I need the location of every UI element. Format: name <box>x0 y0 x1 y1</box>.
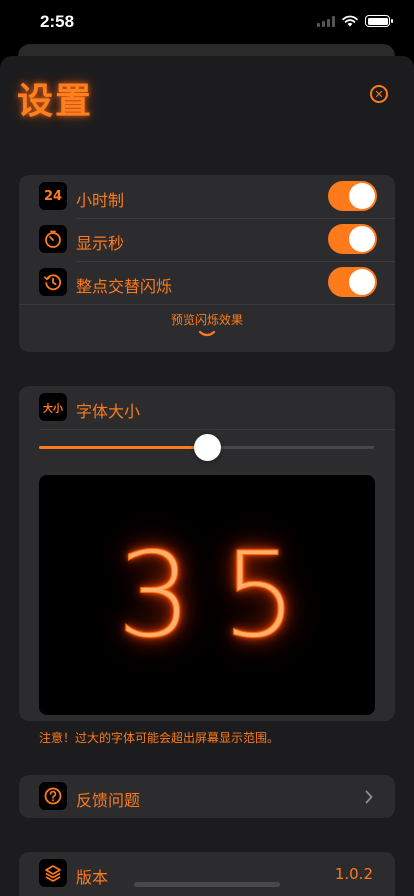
row-feedback[interactable]: 反馈问题 <box>19 775 395 818</box>
battery-icon <box>365 15 393 27</box>
home-indicator[interactable] <box>134 882 280 887</box>
row-hourly-blink: 整点交替闪烁 <box>19 261 395 304</box>
preview-digit: 3 <box>116 526 192 665</box>
question-icon <box>39 782 67 810</box>
row-label: 版本 <box>76 868 109 887</box>
timer-icon <box>39 225 67 253</box>
close-icon: ✕ <box>374 87 384 101</box>
row-label: 字体大小 <box>76 402 141 421</box>
row-label: 显示秒 <box>76 234 125 253</box>
status-icons <box>317 15 393 27</box>
row-24-hour: 24 小时制 <box>19 175 395 218</box>
wifi-icon <box>342 15 358 27</box>
feedback-card[interactable]: 反馈问题 <box>19 775 395 818</box>
font-size-icon: 大小 <box>39 393 67 421</box>
row-show-seconds: 显示秒 <box>19 218 395 261</box>
cellular-signal-icon <box>317 15 335 27</box>
close-button[interactable]: ✕ <box>370 85 388 103</box>
slider-thumb[interactable] <box>193 434 221 461</box>
divider <box>39 429 395 430</box>
row-font-size: 大小 字体大小 <box>19 386 395 429</box>
slider-fill <box>39 446 207 449</box>
24-hour-icon: 24 <box>39 182 67 210</box>
row-version: 版本 1.0.2 <box>19 852 395 895</box>
toggle-24-hour[interactable] <box>328 181 377 211</box>
page-title: 设置 <box>17 81 94 122</box>
preview-blink-button[interactable]: 预览闪烁效果 <box>19 311 395 328</box>
nixie-digits: 3 5 <box>39 475 375 715</box>
toggle-hourly-blink[interactable] <box>328 267 377 297</box>
preview-digit: 5 <box>221 526 298 665</box>
toggle-show-seconds[interactable] <box>328 224 377 254</box>
display-options-card: 24 小时制 显示秒 整点交替闪烁 预览闪烁效果 <box>19 175 395 352</box>
chevron-right-icon <box>365 790 373 804</box>
row-label: 整点交替闪烁 <box>76 277 173 296</box>
row-label: 小时制 <box>76 191 125 210</box>
font-size-slider[interactable] <box>39 434 374 461</box>
version-card: 版本 1.0.2 <box>19 852 395 896</box>
history-clock-icon <box>39 268 67 296</box>
font-size-warning: 注意！过大的字体可能会超出屏幕显示范围。 <box>39 731 280 745</box>
status-bar: 2:58 <box>0 0 414 48</box>
layers-icon <box>39 859 67 887</box>
font-size-card: 大小 字体大小 3 5 <box>19 386 395 721</box>
row-label: 反馈问题 <box>76 791 141 810</box>
status-time: 2:58 <box>40 12 75 31</box>
chevron-down-icon[interactable] <box>198 329 216 339</box>
divider <box>19 304 395 305</box>
clock-preview: 3 5 <box>39 475 375 715</box>
version-value: 1.0.2 <box>334 865 373 883</box>
